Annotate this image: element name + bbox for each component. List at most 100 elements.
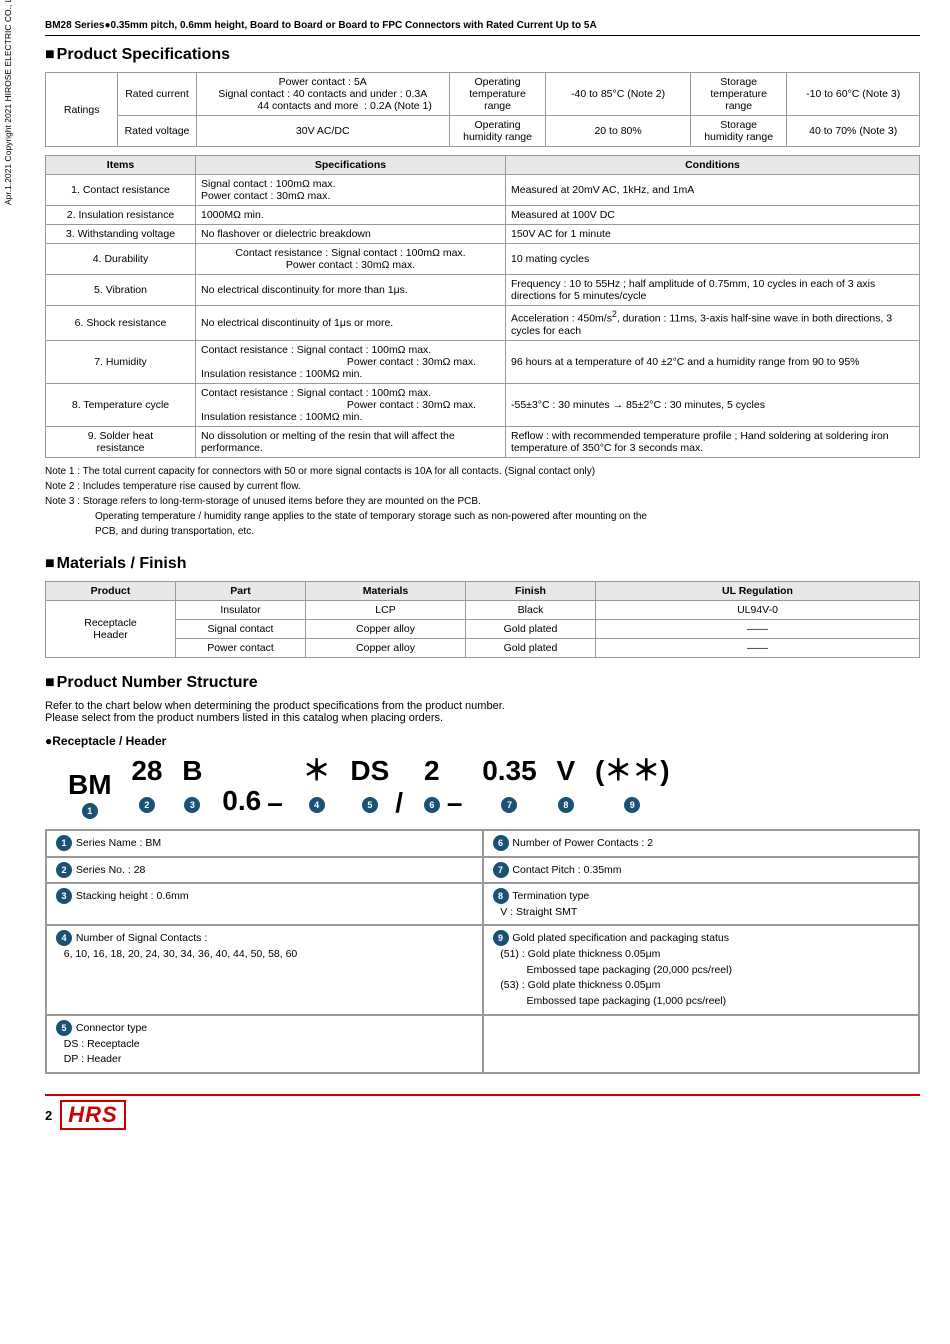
item-2: 2. Insulation resistance <box>46 206 196 225</box>
desc-text-6: Number of Power Contacts : 2 <box>512 837 653 849</box>
spec-6: No electrical discontinuity of 1μs or mo… <box>196 306 506 341</box>
circle-2: 2 <box>139 797 155 813</box>
desc-3: 3 Stacking height : 0.6mm <box>46 883 483 925</box>
desc-circle-3: 3 <box>56 888 72 904</box>
storage-temp-label: Storagetemperature range <box>690 73 786 116</box>
col-product: Product <box>46 581 176 600</box>
note-3-cont2: PCB, and during transportation, etc. <box>95 524 920 539</box>
product-number-title: Product Number Structure <box>45 674 920 692</box>
desc-circle-7: 7 <box>493 862 509 878</box>
table-row: 3. Withstanding voltage No flashover or … <box>46 225 920 244</box>
finish-gold-2: Gold plated <box>466 638 596 657</box>
desc-empty <box>483 1015 920 1073</box>
table-row: 4. Durability Contact resistance : Signa… <box>46 244 920 275</box>
cond-8: -55±3°C : 30 minutes → 85±2°C : 30 minut… <box>506 383 920 426</box>
desc-circle-8: 8 <box>493 888 509 904</box>
pn-035: 0.35 <box>482 756 537 787</box>
table-row: ReceptacleHeader Insulator LCP Black UL9… <box>46 600 920 619</box>
part-power: Power contact <box>176 638 306 657</box>
item-8: 8. Temperature cycle <box>46 383 196 426</box>
rated-current-label: Rated current <box>118 73 196 116</box>
desc-8: 8 Termination type V : Straight SMT <box>483 883 920 925</box>
finish-black: Black <box>466 600 596 619</box>
pn-sep2 <box>209 788 217 819</box>
finish-gold-1: Gold plated <box>466 619 596 638</box>
desc-5: 5 Connector type DS : Receptacle DP : He… <box>46 1015 483 1073</box>
description-grid: 1 Series Name : BM 6 Number of Power Con… <box>45 829 920 1074</box>
item-7: 7. Humidity <box>46 340 196 383</box>
ratings-label: Ratings <box>46 73 118 147</box>
spec-1: Signal contact : 100mΩ max.Power contact… <box>196 175 506 206</box>
pn-slash: / <box>395 788 403 819</box>
item-1: 1. Contact resistance <box>46 175 196 206</box>
cond-4: 10 mating cycles <box>506 244 920 275</box>
spec-4: Contact resistance : Signal contact : 10… <box>196 244 506 275</box>
desc-circle-5: 5 <box>56 1020 72 1036</box>
pn-star: ＊ <box>303 756 331 787</box>
pn-sep5 <box>409 788 417 819</box>
pn-sep3 <box>289 788 297 819</box>
op-humidity-label: Operatinghumidity range <box>449 116 545 147</box>
col-specs: Specifications <box>196 156 506 175</box>
pn-stars2: (＊＊) <box>595 756 670 787</box>
desc-6: 6 Number of Power Contacts : 2 <box>483 830 920 857</box>
specs-table: Items Specifications Conditions 1. Conta… <box>45 155 920 458</box>
desc-circle-4: 4 <box>56 930 72 946</box>
table-row: Signal contact Copper alloy Gold plated … <box>46 619 920 638</box>
circle-1: 1 <box>82 803 98 819</box>
op-temp-value: -40 to 85°C (Note 2) <box>546 73 691 116</box>
materials-title: Materials / Finish <box>45 555 920 573</box>
desc-text-9: Gold plated specification and packaging … <box>492 932 732 1007</box>
spec-8: Contact resistance : Signal contact : 10… <box>196 383 506 426</box>
col-items: Items <box>46 156 196 175</box>
part-signal: Signal contact <box>176 619 306 638</box>
table-row: 1. Contact resistance Signal contact : 1… <box>46 175 920 206</box>
desc-7: 7 Contact Pitch : 0.35mm <box>483 857 920 884</box>
material-copper-1: Copper alloy <box>306 619 466 638</box>
col-finish: Finish <box>466 581 596 600</box>
pn-dash1: – <box>267 788 283 819</box>
ratings-table: Ratings Rated current Power contact : 5A… <box>45 72 920 147</box>
page-header: BM28 Series●0.35mm pitch, 0.6mm height, … <box>45 20 920 36</box>
col-ul: UL Regulation <box>596 581 920 600</box>
part-insulator: Insulator <box>176 600 306 619</box>
cond-9: Reflow : with recommended temperature pr… <box>506 426 920 457</box>
product-number-intro2: Please select from the product numbers l… <box>45 712 920 724</box>
cond-5: Frequency : 10 to 55Hz ; half amplitude … <box>506 275 920 306</box>
note-2: Note 2 : Includes temperature rise cause… <box>45 479 920 494</box>
hrs-logo: HRS <box>60 1100 125 1130</box>
pn-sep4 <box>337 788 345 819</box>
pn-2: 2 <box>424 756 440 787</box>
pn-sep7 <box>543 788 551 819</box>
product-name: ReceptacleHeader <box>46 600 176 657</box>
pn-display-row: BM 1 28 2 B 3 0.6 <box>65 756 920 820</box>
pn-b: B <box>182 756 202 787</box>
desc-4: 4 Number of Signal Contacts : 6, 10, 16,… <box>46 925 483 1015</box>
table-row: 5. Vibration No electrical discontinuity… <box>46 275 920 306</box>
circle-6: 6 <box>424 797 440 813</box>
note-1: Note 1 : The total current capacity for … <box>45 464 920 479</box>
cond-2: Measured at 100V DC <box>506 206 920 225</box>
desc-1: 1 Series Name : BM <box>46 830 483 857</box>
circle-4: 4 <box>309 797 325 813</box>
table-row: 6. Shock resistance No electrical discon… <box>46 306 920 341</box>
materials-section: Materials / Finish Product Part Material… <box>45 555 920 658</box>
cond-1: Measured at 20mV AC, 1kHz, and 1mA <box>506 175 920 206</box>
circle-7: 7 <box>501 797 517 813</box>
spec-5: No electrical discontinuity for more tha… <box>196 275 506 306</box>
pn-bm: BM <box>68 770 112 801</box>
storage-temp-value: -10 to 60°C (Note 3) <box>787 73 920 116</box>
table-row: 7. Humidity Contact resistance : Signal … <box>46 340 920 383</box>
table-row: 8. Temperature cycle Contact resistance … <box>46 383 920 426</box>
op-humidity-value: 20 to 80% <box>546 116 691 147</box>
desc-text-1: Series Name : BM <box>76 837 161 849</box>
desc-text-4: Number of Signal Contacts : 6, 10, 16, 1… <box>55 932 297 960</box>
ul-val-1: UL94V-0 <box>596 600 920 619</box>
rated-voltage-value: 30V AC/DC <box>196 116 449 147</box>
spec-7: Contact resistance : Signal contact : 10… <box>196 340 506 383</box>
desc-text-2: Series No. : 28 <box>76 863 145 875</box>
material-copper-2: Copper alloy <box>306 638 466 657</box>
col-conditions: Conditions <box>506 156 920 175</box>
desc-9: 9 Gold plated specification and packagin… <box>483 925 920 1015</box>
pn-sep8 <box>581 788 589 819</box>
